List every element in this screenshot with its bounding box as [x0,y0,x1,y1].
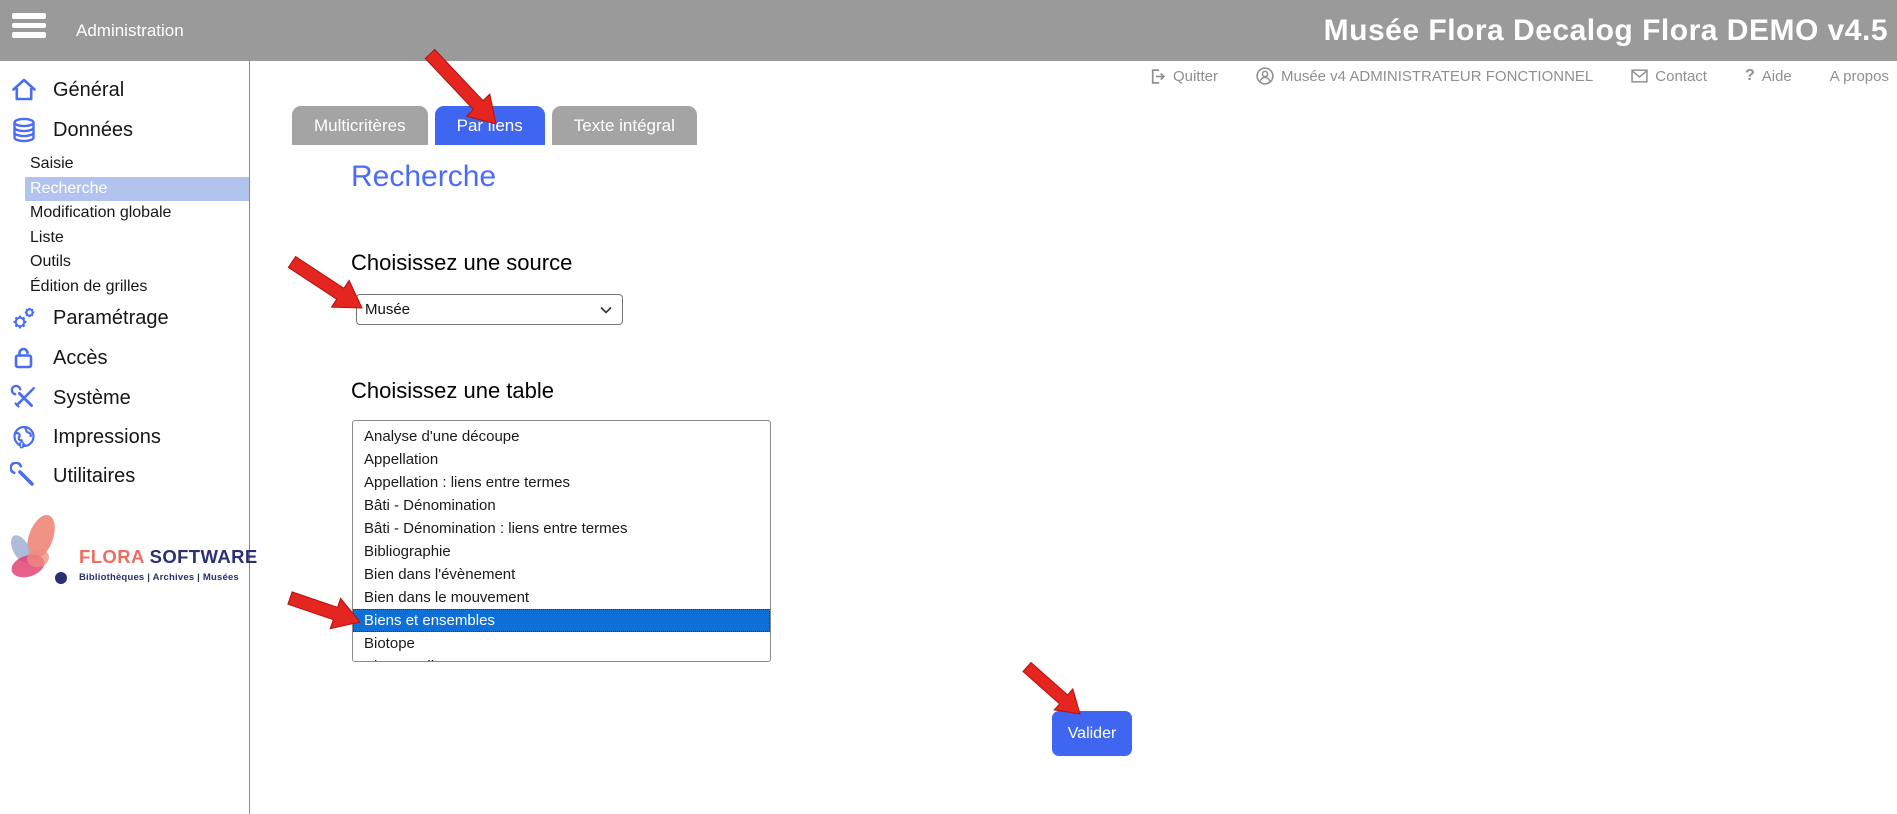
user-icon [1256,67,1274,85]
mail-icon [1631,69,1648,83]
contact-link[interactable]: Contact [1631,68,1707,85]
brand-software: SOFTWARE [150,546,258,567]
flora-tagline: Bibliothèques | Archives | Musées [79,572,239,583]
sidebar-item-general[interactable]: Général [0,72,249,108]
logout-icon [1149,68,1166,85]
current-user-label: Musée v4 ADMINISTRATEUR FONCTIONNEL [1281,68,1593,85]
about-label: A propos [1830,68,1889,85]
list-item[interactable]: Appellation [353,448,770,471]
sidebar-item-parametrage[interactable]: Paramétrage [0,300,249,336]
brand-flora: FLORA [79,546,144,567]
sidebar-divider [249,61,250,814]
flora-logo [8,511,58,589]
user-link-bar: Quitter Musée v4 ADMINISTRATEUR FONCTION… [1149,61,1889,91]
logo-dot [55,572,67,584]
sidebar-item-label: Impressions [53,426,161,449]
sidebar-item-acces[interactable]: Accès [0,340,249,376]
sidebar-item-label: Système [53,387,131,410]
tab-multicriteres[interactable]: Multicritères [292,106,428,145]
list-item[interactable]: Biotope : liens entre termes [353,655,770,662]
about-link[interactable]: A propos [1830,68,1889,85]
help-icon: ? [1745,67,1755,85]
list-item[interactable]: Biotope [353,632,770,655]
flora-brand-name: FLORA SOFTWARE [79,546,258,568]
source-select[interactable]: Musée [356,294,623,325]
tab-texte-integral[interactable]: Texte intégral [552,106,697,145]
sidebar-item-systeme[interactable]: Système [0,380,249,416]
list-item[interactable]: Appellation : liens entre termes [353,471,770,494]
source-select-value: Musée [365,301,410,318]
database-icon [10,116,38,144]
sidebar-item-label: Accès [53,347,107,370]
page-title: Recherche [351,160,496,194]
list-item[interactable]: Analyse d'une découpe [353,425,770,448]
sidebar-item-label: Utilitaires [53,465,135,488]
app-title: Musée Flora Decalog Flora DEMO v4.5 [1324,0,1888,61]
list-item[interactable]: Bien dans le mouvement [353,586,770,609]
tools-icon [10,384,38,412]
list-item-selected[interactable]: Biens et ensembles [353,609,770,632]
lock-icon [10,344,38,372]
help-label: Aide [1762,68,1792,85]
list-item[interactable]: Bâti - Dénomination [353,494,770,517]
globe-icon [10,423,38,451]
source-label: Choisissez une source [351,250,572,276]
list-item[interactable]: Bien dans l'évènement [353,563,770,586]
hamburger-menu-icon[interactable] [12,13,46,46]
tab-par-liens[interactable]: Par liens [435,106,545,145]
sidebar-item-impressions[interactable]: Impressions [0,419,249,455]
application-window: Administration Musée Flora Decalog Flora… [0,0,1897,814]
sidebar-subitem-liste[interactable]: Liste [25,226,249,251]
search-tabs: Multicritères Par liens Texte intégral [292,106,697,145]
gears-icon [10,304,38,332]
sidebar-subitem-edition-de-grilles[interactable]: Édition de grilles [25,275,249,300]
sidebar-subitem-recherche[interactable]: Recherche [25,177,249,202]
help-link[interactable]: ? Aide [1745,67,1792,85]
wrench-icon [10,462,38,490]
donnees-submenu: Saisie Recherche Modification globale Li… [25,152,249,299]
table-label: Choisissez une table [351,378,554,404]
sidebar-item-label: Données [53,119,133,142]
sidebar-subitem-saisie[interactable]: Saisie [25,152,249,177]
table-listbox[interactable]: Analyse d'une découpe Appellation Appell… [352,420,771,662]
list-item[interactable]: Bâti - Dénomination : liens entre termes [353,517,770,540]
list-item[interactable]: Bibliographie [353,540,770,563]
quit-label: Quitter [1173,68,1218,85]
home-icon [10,76,38,104]
sidebar-item-label: Paramétrage [53,307,169,330]
sidebar-item-label: Général [53,79,124,102]
sidebar-subitem-outils[interactable]: Outils [25,250,249,275]
valider-button[interactable]: Valider [1052,711,1132,756]
quit-link[interactable]: Quitter [1149,68,1218,85]
sidebar-item-utilitaires[interactable]: Utilitaires [0,458,249,494]
current-user[interactable]: Musée v4 ADMINISTRATEUR FONCTIONNEL [1256,67,1593,85]
contact-label: Contact [1655,68,1707,85]
chevron-down-icon [600,306,612,314]
sidebar-subitem-modification-globale[interactable]: Modification globale [25,201,249,226]
section-title: Administration [76,0,184,61]
sidebar-item-donnees[interactable]: Données [0,112,249,148]
